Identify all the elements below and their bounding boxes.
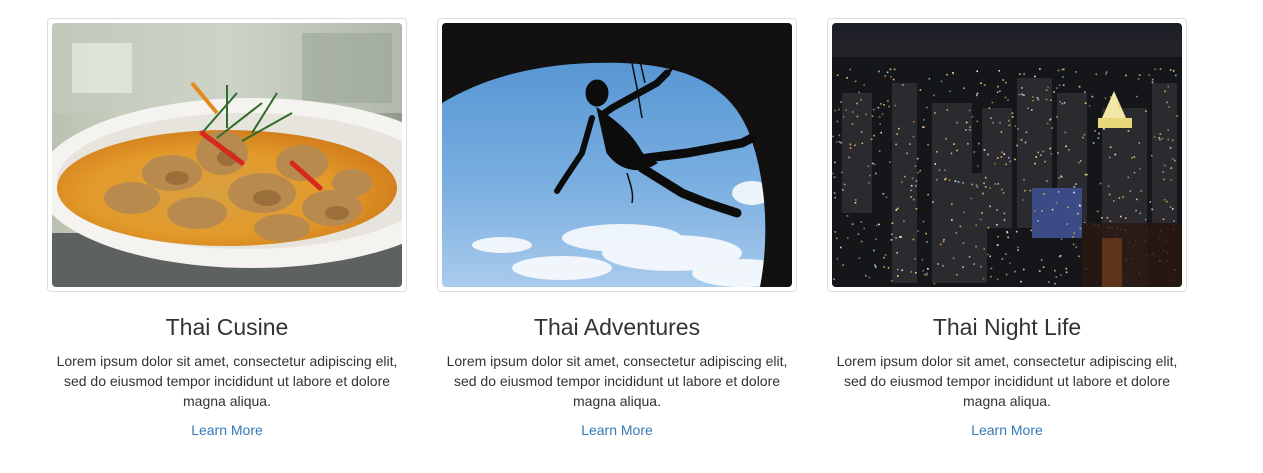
bangkok-night-skyline-image bbox=[832, 23, 1182, 287]
thumbnail-frame bbox=[827, 18, 1187, 292]
learn-more-link[interactable]: Learn More bbox=[971, 420, 1043, 440]
feature-card-adventures: Thai Adventures Lorem ipsum dolor sit am… bbox=[437, 18, 797, 440]
card-caption: Thai Cusine Lorem ipsum dolor sit amet, … bbox=[47, 313, 407, 440]
thumbnail-frame bbox=[437, 18, 797, 292]
card-description: Lorem ipsum dolor sit amet, consectetur … bbox=[446, 353, 788, 409]
card-description: Lorem ipsum dolor sit amet, consectetur … bbox=[836, 353, 1178, 409]
card-description: Lorem ipsum dolor sit amet, consectetur … bbox=[56, 353, 398, 409]
feature-card-cuisine: Thai Cusine Lorem ipsum dolor sit amet, … bbox=[47, 18, 407, 440]
thai-curry-dish-image bbox=[52, 23, 402, 287]
learn-more-link[interactable]: Learn More bbox=[581, 420, 653, 440]
feature-cards-row: Thai Cusine Lorem ipsum dolor sit amet, … bbox=[0, 0, 1263, 473]
learn-more-link[interactable]: Learn More bbox=[191, 420, 263, 440]
card-title: Thai Adventures bbox=[533, 314, 701, 340]
card-title: Thai Cusine bbox=[165, 314, 289, 340]
rock-climber-image bbox=[442, 23, 792, 287]
card-title: Thai Night Life bbox=[932, 314, 1082, 340]
card-caption: Thai Night Life Lorem ipsum dolor sit am… bbox=[827, 313, 1187, 440]
card-caption: Thai Adventures Lorem ipsum dolor sit am… bbox=[437, 313, 797, 440]
thumbnail-frame bbox=[47, 18, 407, 292]
feature-card-nightlife: Thai Night Life Lorem ipsum dolor sit am… bbox=[827, 18, 1187, 440]
